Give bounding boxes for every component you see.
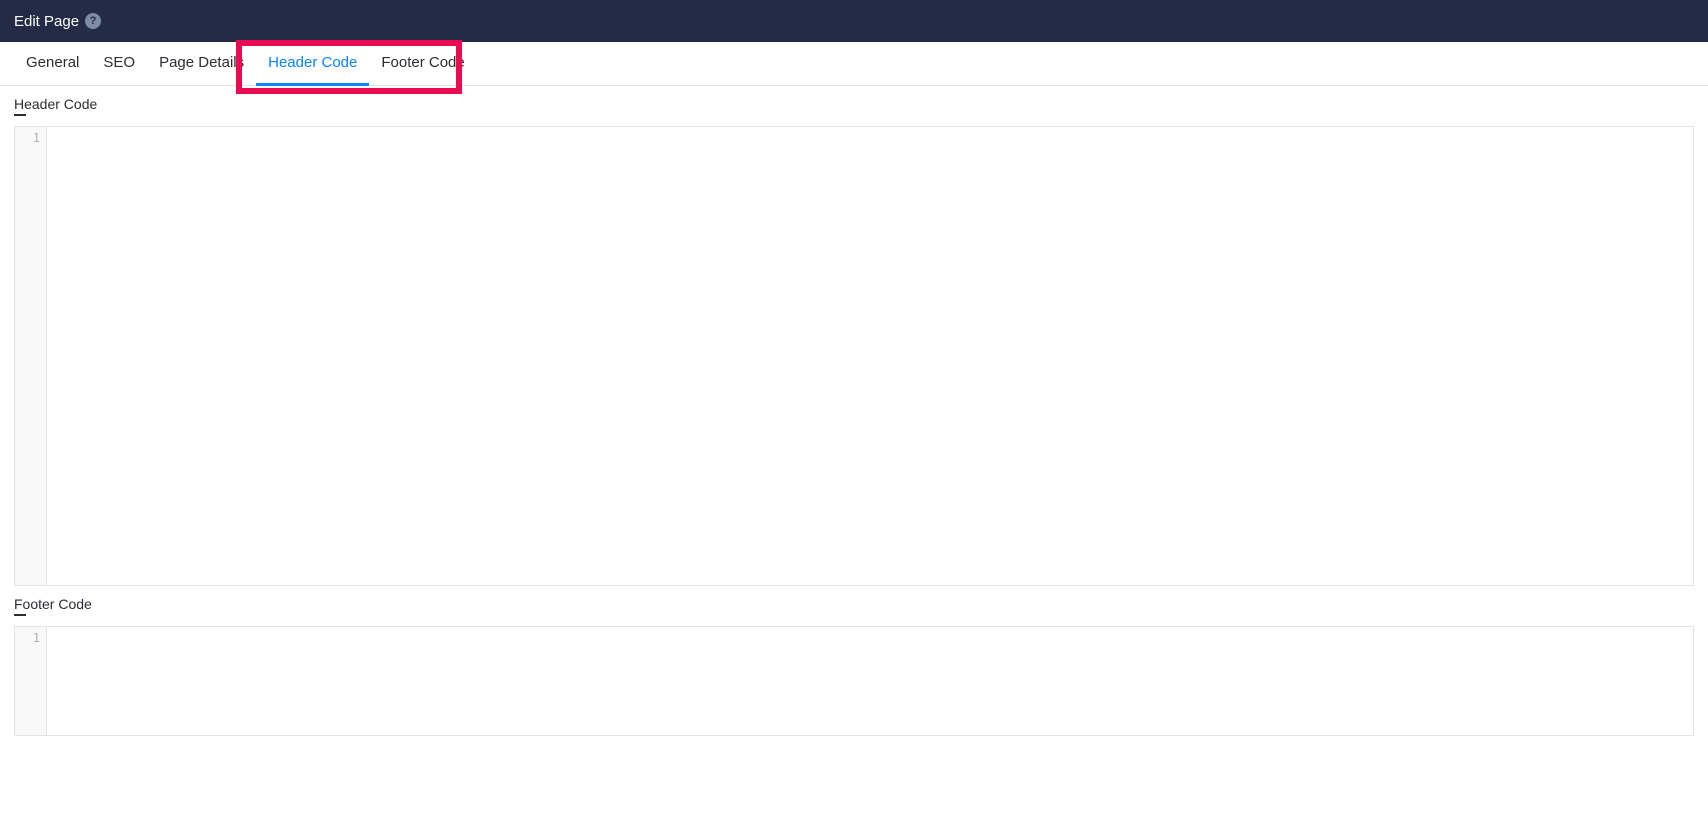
- tab-seo[interactable]: SEO: [91, 42, 147, 86]
- footer-code-input[interactable]: [47, 627, 1693, 735]
- header-code-gutter: 1: [15, 127, 47, 585]
- header-code-input[interactable]: [47, 127, 1693, 585]
- label-underline: [14, 614, 26, 616]
- footer-code-label: Footer Code: [14, 596, 92, 612]
- help-icon[interactable]: ?: [85, 13, 101, 29]
- footer-code-editor[interactable]: 1: [14, 626, 1694, 736]
- top-bar: Edit Page ?: [0, 0, 1708, 42]
- header-code-editor[interactable]: 1: [14, 126, 1694, 586]
- tab-bar: General SEO Page Details Header Code Foo…: [0, 42, 1708, 86]
- tab-header-code[interactable]: Header Code: [256, 42, 369, 86]
- footer-code-section: Footer Code 1: [0, 586, 1708, 736]
- tab-page-details[interactable]: Page Details: [147, 42, 256, 86]
- label-underline: [14, 114, 26, 116]
- tab-general[interactable]: General: [14, 42, 91, 86]
- tab-footer-code[interactable]: Footer Code: [369, 42, 476, 86]
- header-code-section: Header Code 1: [0, 86, 1708, 586]
- page-title: Edit Page: [14, 13, 79, 30]
- footer-code-gutter: 1: [15, 627, 47, 735]
- header-code-label: Header Code: [14, 96, 97, 112]
